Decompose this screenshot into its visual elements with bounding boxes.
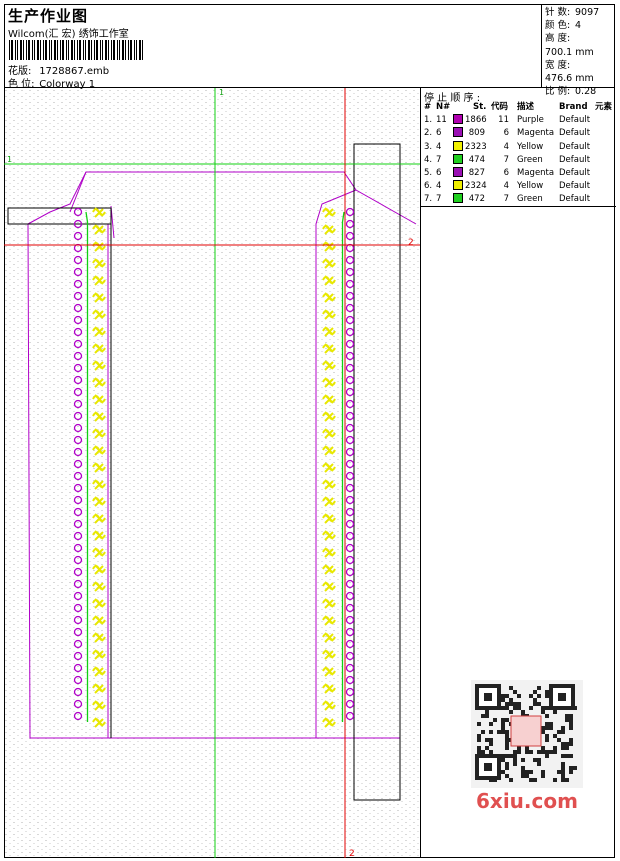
stat-width: 宽 度:476.6 mm [545, 59, 594, 85]
design-canvas: 1 1 2 2 [4, 88, 420, 858]
color-swatch [453, 180, 463, 191]
color-swatch [453, 127, 463, 138]
stats-panel: 针 数: 9097 颜 色: 4 高 度:700.1 mm 宽 度:476.6 mm… [541, 4, 615, 97]
color-swatch [453, 166, 463, 177]
table-row: 3. 4 2323 4 Yellow Default [424, 140, 591, 152]
red-guide-label-right: 2 [408, 238, 414, 248]
company-name: Wilcom(汇 宏) 绣饰工作室 [8, 29, 129, 40]
color-swatch [453, 153, 463, 164]
page-title: 生产作业图 [8, 7, 89, 25]
stat-colors: 颜 色: 4 [545, 20, 582, 32]
green-guide-label-top: 1 [219, 88, 224, 97]
table-row: 7. 7 472 7 Green Default [424, 193, 591, 205]
table-header: # N# St. 代码 描述 Brand 元素 [424, 102, 613, 112]
color-swatch [453, 114, 463, 125]
table-row: 1. 11 1866 11 Purple Default [424, 114, 591, 126]
table-divider [421, 206, 616, 207]
green-guide-label-left: 1 [7, 155, 12, 164]
color-swatch [453, 140, 463, 151]
barcode [9, 40, 143, 60]
table-row: 4. 7 474 7 Green Default [424, 153, 591, 165]
stop-sequence-table: # N# St. 代码 描述 Brand 元素 1. 11 1866 11 Purple… [421, 101, 616, 207]
header-panel: 生产作业图 Wilcom(汇 宏) 绣饰工作室 花版: 1728867.emb … [4, 4, 615, 97]
stat-height: 高 度:700.1 mm [545, 33, 594, 58]
stat-stitches: 针 数: 9097 [545, 7, 600, 18]
color-swatch [453, 193, 463, 204]
table-row: 6. 4 2324 4 Yellow Default [424, 180, 591, 192]
table-row: 5. 6 827 6 Magenta Default [424, 166, 591, 178]
grid-background [4, 88, 420, 858]
qr-code [471, 680, 583, 788]
seal-stamp [510, 715, 542, 747]
table-row: 2. 6 809 6 Magenta Default [424, 127, 591, 139]
red-guide-label-bottom: 2 [349, 849, 355, 858]
watermark-site: 6xiu.com [476, 789, 578, 813]
